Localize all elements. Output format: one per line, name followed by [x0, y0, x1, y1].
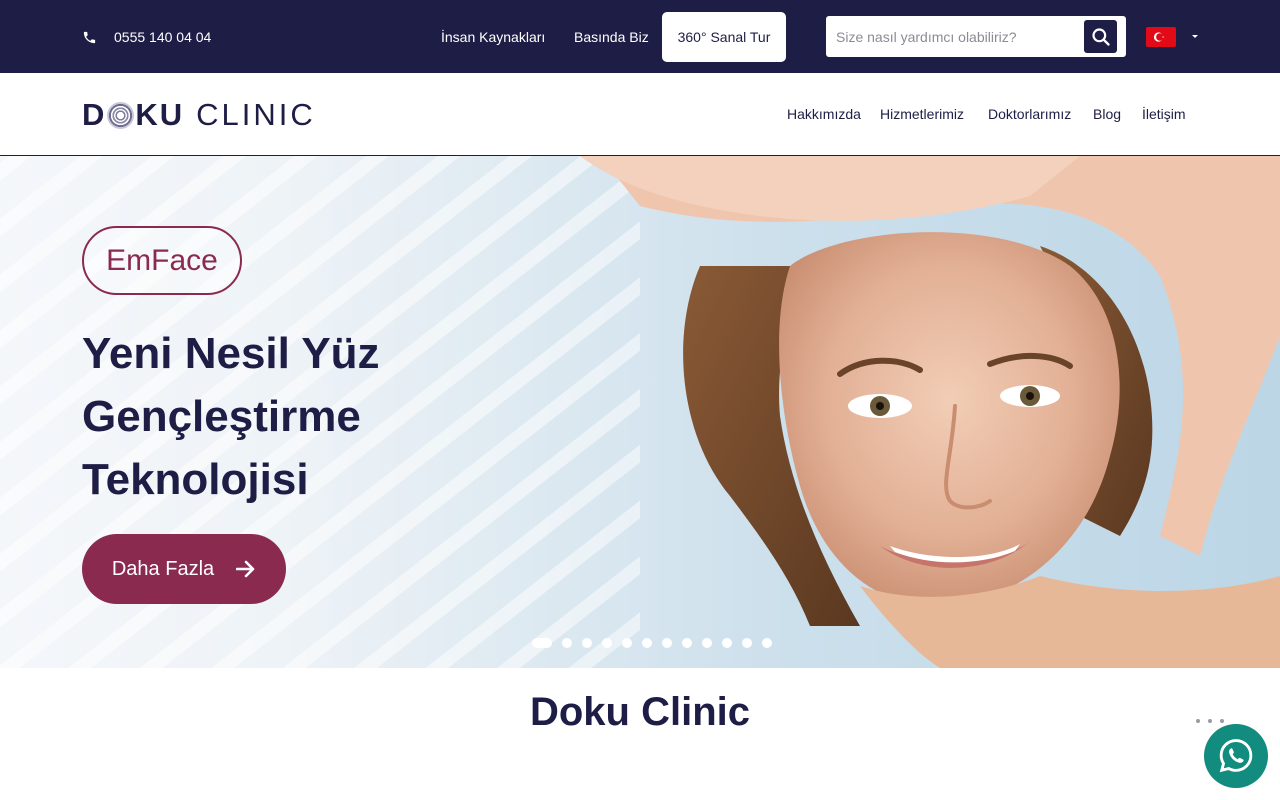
slider-dot-6[interactable] [642, 638, 652, 648]
nav-item-contact[interactable]: İletişim [1142, 104, 1186, 124]
hero-woman-portrait-image [580, 156, 1280, 668]
hero-headline: Yeni Nesil Yüz Gençleştirme Teknolojisi [82, 322, 502, 511]
phone-number: 0555 140 04 04 [114, 29, 212, 45]
slider-dot-11[interactable] [742, 638, 752, 648]
read-more-button[interactable]: Daha Fazla [82, 534, 286, 604]
hero-slider: EmFace Yeni Nesil Yüz Gençleştirme Tekno… [0, 156, 1280, 668]
language-dropdown-caret-icon[interactable] [1192, 35, 1198, 38]
logo-text-ku: KU [135, 97, 185, 132]
logo-swirl-icon [107, 101, 135, 129]
hero-headline-line-2: Gençleştirme [82, 392, 361, 441]
phone-link[interactable]: 0555 140 04 04 [82, 27, 211, 47]
slider-dot-12[interactable] [762, 638, 772, 648]
slider-dot-3[interactable] [582, 638, 592, 648]
slider-dot-2[interactable] [562, 638, 572, 648]
slider-dot-10[interactable] [722, 638, 732, 648]
hero-badge-emface: EmFace [82, 226, 242, 295]
hero-headline-line-3: Teknolojisi [82, 455, 309, 504]
slider-dot-9[interactable] [702, 638, 712, 648]
search-box [826, 16, 1126, 57]
turkey-flag-icon[interactable] [1146, 27, 1176, 47]
virtual-tour-button[interactable]: 360° Sanal Tur [662, 12, 786, 62]
logo-text-clinic: CLINIC [196, 97, 316, 132]
whatsapp-button[interactable] [1204, 724, 1268, 788]
slider-dot-8[interactable] [682, 638, 692, 648]
hero-headline-line-1: Yeni Nesil Yüz [82, 329, 380, 378]
logo-letter-d: D [82, 97, 107, 132]
slider-dot-4[interactable] [602, 638, 612, 648]
doku-clinic-logo[interactable]: D KU CLINIC [82, 97, 316, 132]
slider-dot-7[interactable] [662, 638, 672, 648]
search-icon [1091, 27, 1110, 46]
arrow-right-icon [236, 560, 255, 578]
nav-item-about[interactable]: Hakkımızda [787, 104, 861, 124]
nav-item-doctors[interactable]: Doktorlarımız [988, 104, 1071, 124]
search-button[interactable] [1084, 20, 1117, 53]
whatsapp-icon [1219, 739, 1253, 773]
top-link-human-resources[interactable]: İnsan Kaynakları [441, 27, 545, 47]
top-bar: 0555 140 04 04 İnsan Kaynakları Basında … [0, 0, 1280, 73]
chat-options-icon[interactable] [1196, 716, 1224, 726]
nav-item-services[interactable]: Hizmetlerimiz [880, 104, 964, 124]
search-input[interactable] [836, 16, 1086, 57]
section-title: Doku Clinic [529, 690, 751, 734]
phone-icon [83, 31, 96, 43]
slider-dot-5[interactable] [622, 638, 632, 648]
main-navbar: D KU CLINIC Hakkımızda Hizmetlerimiz Dok… [0, 73, 1280, 156]
read-more-label: Daha Fazla [111, 557, 215, 580]
nav-item-blog[interactable]: Blog [1093, 104, 1121, 124]
top-link-press[interactable]: Basında Biz [574, 27, 649, 47]
slider-dot-1[interactable] [532, 638, 552, 648]
